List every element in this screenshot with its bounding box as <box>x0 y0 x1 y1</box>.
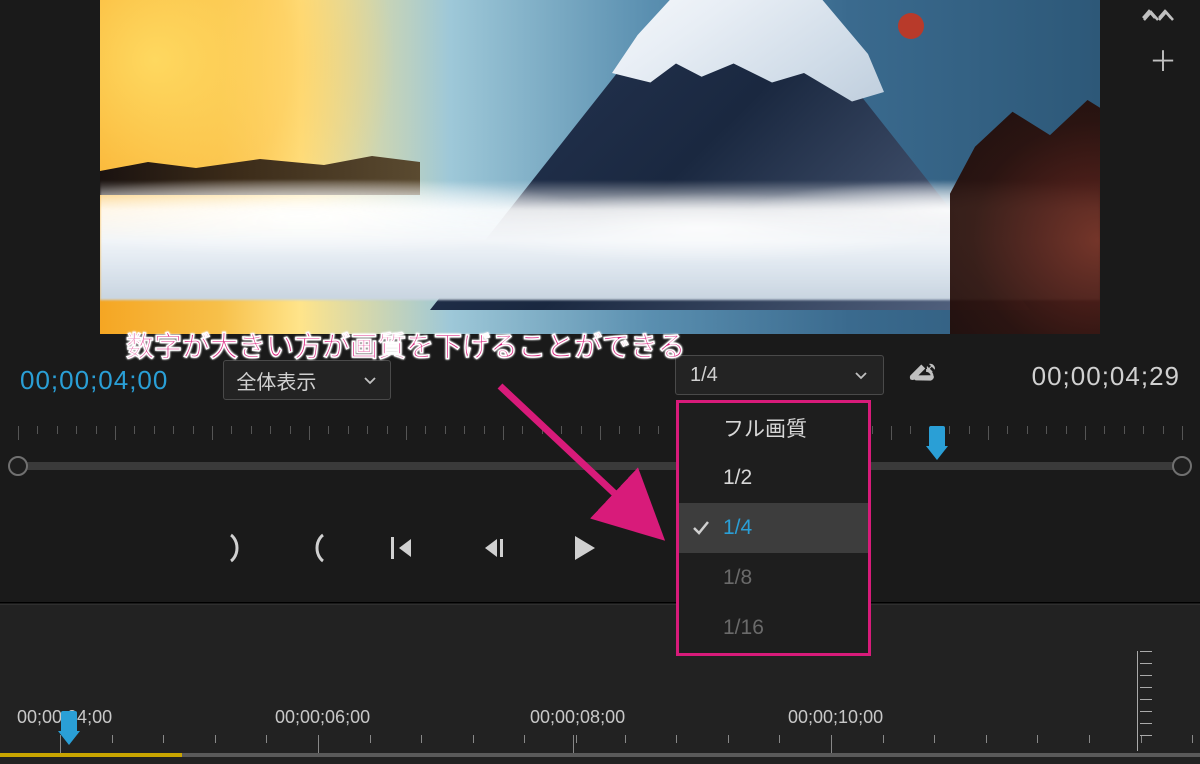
work-area-start-handle[interactable] <box>8 456 28 476</box>
resolution-option[interactable]: 1/2 <box>679 453 868 503</box>
resolution-value: 1/4 <box>690 364 718 387</box>
preview-playhead[interactable] <box>926 446 948 468</box>
mark-out-button[interactable] <box>307 533 329 563</box>
preview-monitor[interactable] <box>100 0 1100 334</box>
step-back-button[interactable] <box>479 535 509 561</box>
work-area-end-handle[interactable] <box>1172 456 1192 476</box>
transport-controls <box>0 520 1200 576</box>
mark-in-button[interactable] <box>225 533 247 563</box>
timecode-duration: 00;00;04;29 <box>1032 361 1180 392</box>
resolution-option[interactable]: 1/4 <box>679 503 868 553</box>
timeline-inactive-region <box>182 753 1200 757</box>
timeline-time-labels: 00;00;04;0000;00;06;0000;00;08;0000;00;1… <box>0 707 1200 729</box>
timeline-label: 00;00;10;00 <box>788 707 883 728</box>
record-button[interactable] <box>898 13 924 39</box>
preview-ruler[interactable] <box>18 426 1182 440</box>
resolution-dropdown[interactable]: 1/4 <box>675 355 884 395</box>
add-button[interactable]: ＋ <box>1149 40 1177 80</box>
check-icon <box>691 519 711 543</box>
timeline-label: 00;00;06;00 <box>275 707 370 728</box>
timeline-active-region <box>0 753 182 757</box>
resolution-option: 1/16 <box>679 603 868 653</box>
resolution-option[interactable]: フル画質 <box>679 403 868 453</box>
resolution-menu: フル画質1/21/41/81/16 <box>676 400 871 656</box>
resolution-option: 1/8 <box>679 553 868 603</box>
chevron-down-icon <box>853 367 869 383</box>
timeline-label: 00;00;08;00 <box>530 707 625 728</box>
timeline-playhead[interactable] <box>58 731 80 753</box>
timeline-ruler[interactable] <box>0 735 1200 755</box>
display-mode-value: 全体表示 <box>236 366 316 395</box>
annotation-text: 数字が大きい方が画質を下げることができる <box>126 325 685 365</box>
go-to-in-button[interactable] <box>389 535 419 561</box>
settings-button[interactable] <box>905 357 939 396</box>
chevron-down-icon <box>362 372 378 388</box>
play-button[interactable] <box>569 533 599 563</box>
display-mode-dropdown[interactable]: 全体表示 <box>223 360 391 400</box>
more-tools-button[interactable] <box>1141 6 1177 31</box>
timeline-panel: 00;00;04;0000;00;06;0000;00;08;0000;00;1… <box>0 605 1200 764</box>
timecode-current[interactable]: 00;00;04;00 <box>20 365 168 396</box>
work-area-bar[interactable] <box>18 462 1182 470</box>
audio-meter <box>1130 651 1152 751</box>
